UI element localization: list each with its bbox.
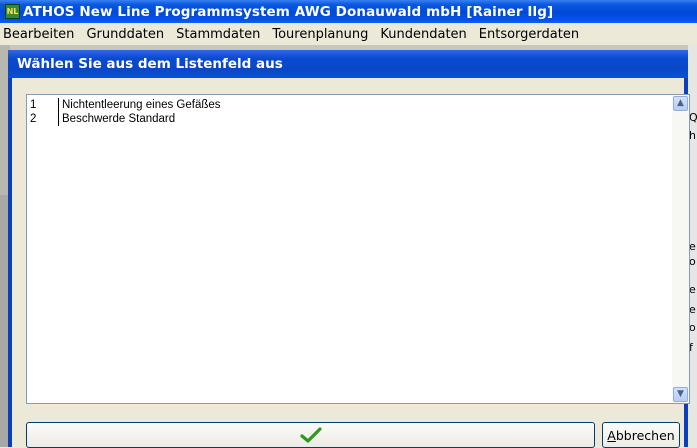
vertical-scrollbar[interactable]: ▲ ▼ <box>672 95 689 403</box>
list-rows: 1 Nichtentleerung eines Gefäßes 2 Beschw… <box>27 98 671 126</box>
dialog-body: 1 Nichtentleerung eines Gefäßes 2 Beschw… <box>12 78 690 448</box>
ok-button[interactable] <box>26 422 595 448</box>
menu-grunddaten[interactable]: Grunddaten <box>82 27 172 42</box>
list-item-number: 1 <box>30 99 37 111</box>
chevron-up-icon: ▲ <box>677 98 684 108</box>
menu-stammdaten[interactable]: Stammdaten <box>172 27 268 42</box>
background-text-fragment: e <box>689 284 696 296</box>
list-item-text: Beschwerde Standard <box>62 113 176 125</box>
checkmark-icon <box>299 427 322 443</box>
selection-listbox[interactable]: 1 Nichtentleerung eines Gefäßes 2 Beschw… <box>26 94 690 404</box>
scroll-up-button[interactable]: ▲ <box>673 96 688 111</box>
menu-tourenplanung[interactable]: Tourenplanung <box>268 27 376 42</box>
background-text-fragment: o <box>689 256 696 268</box>
background-text-fragment: o <box>689 322 696 334</box>
app-logo-icon: NL <box>5 4 20 19</box>
list-selection-dialog: Wählen Sie aus dem Listenfeld aus 1 Nich… <box>8 50 690 448</box>
list-item[interactable]: 2 Beschwerde Standard <box>27 112 671 126</box>
cancel-button-label: Abbrechen <box>607 427 675 443</box>
dialog-title: Wählen Sie aus dem Listenfeld aus <box>17 56 283 72</box>
cancel-button[interactable]: Abbrechen <box>602 422 680 448</box>
list-item[interactable]: 1 Nichtentleerung eines Gefäßes <box>27 98 671 112</box>
scroll-down-button[interactable]: ▼ <box>673 387 688 402</box>
menu-entsorgerdaten[interactable]: Entsorgerdaten <box>475 27 587 42</box>
menu-kundendaten[interactable]: Kundendaten <box>376 27 474 42</box>
background-text-fragment: f <box>689 342 693 354</box>
menu-bar: Bearbeiten Grunddaten Stammdaten Tourenp… <box>0 23 697 45</box>
app-title: ATHOS New Line Programmsystem AWG Donauw… <box>23 3 554 20</box>
app-title-bar: NL ATHOS New Line Programmsystem AWG Don… <box>0 0 697 23</box>
dialog-title-bar: Wählen Sie aus dem Listenfeld aus <box>8 50 688 78</box>
menu-bearbeiten[interactable]: Bearbeiten <box>0 27 82 42</box>
column-divider <box>58 98 59 112</box>
background-text-fragment: Q <box>689 112 697 124</box>
list-item-number: 2 <box>30 113 37 125</box>
chevron-down-icon: ▼ <box>677 389 684 399</box>
list-item-text: Nichtentleerung eines Gefäßes <box>62 99 221 111</box>
background-text-fragment: e <box>689 241 696 253</box>
column-divider <box>58 112 59 126</box>
background-text-fragment: e <box>689 304 696 316</box>
background-text-fragment: h <box>689 130 696 142</box>
